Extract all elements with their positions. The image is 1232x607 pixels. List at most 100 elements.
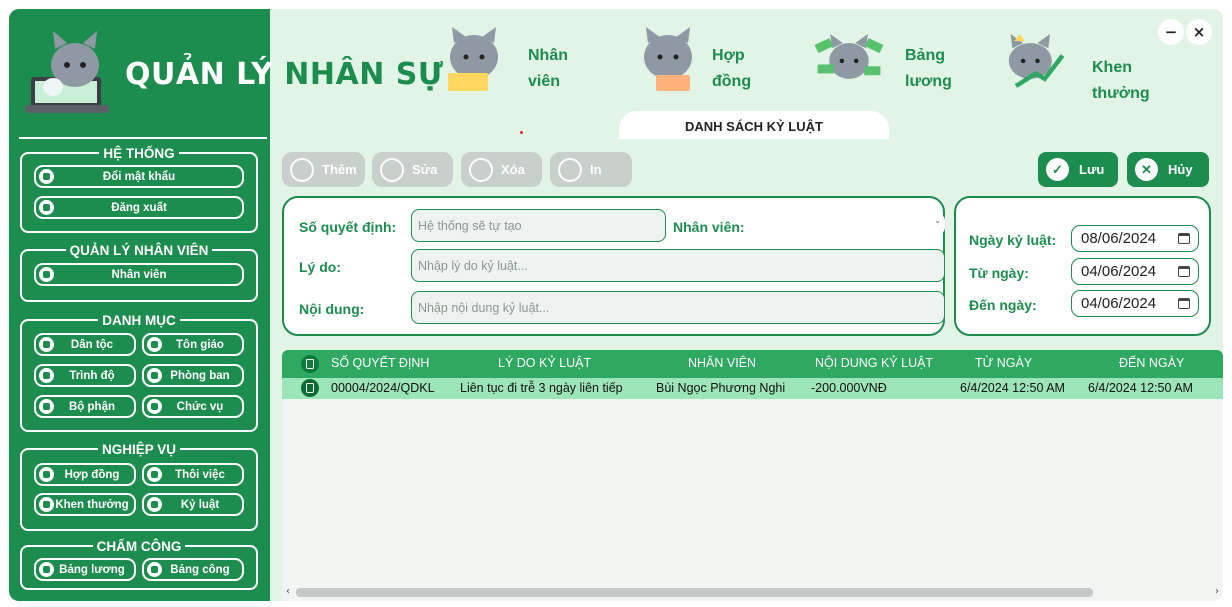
sidebar-item-dan-toc[interactable]: Dân tộc: [34, 333, 136, 356]
delete-button[interactable]: Xóa: [461, 152, 542, 187]
calendar-icon: [1178, 266, 1190, 277]
column-header[interactable]: SỐ QUYẾT ĐỊNH: [331, 356, 429, 370]
cell-nhan-vien: Bùi Ngọc Phương Nghi: [656, 381, 786, 395]
printer-icon: [558, 157, 582, 182]
main-content: Thêm Sửa Xóa In ✓ Lưu ✕ Hủy Số quyết định:…: [270, 139, 1223, 601]
den-ngay-label: Đến ngày:: [969, 297, 1037, 313]
tab-khen-thuong[interactable]: Khen thưởng: [998, 23, 1168, 103]
sidebar-item-bang-cong[interactable]: Bảng công: [142, 558, 244, 581]
divider: [19, 137, 267, 139]
edit-button[interactable]: Sửa: [372, 152, 453, 187]
noi-dung-label: Nội dung:: [299, 301, 365, 317]
group-title-quan-ly-nhan-vien: QUẢN LÝ NHÂN VIÊN: [65, 243, 213, 258]
building-icon: [147, 368, 162, 383]
sidebar-item-ton-giao[interactable]: Tôn giáo: [142, 333, 244, 356]
pencil-icon: [39, 368, 54, 383]
column-header[interactable]: NỘI DUNG KỶ LUẬT: [815, 356, 933, 370]
cell-tu-ngay: 6/4/2024 12:50 AM: [960, 381, 1065, 395]
religion-icon: [147, 337, 162, 352]
cat-laptop-icon: [448, 27, 498, 91]
scroll-thumb[interactable]: [296, 588, 1093, 597]
tab-danh-sach-ky-luat[interactable]: DANH SÁCH KỶ LUẬT: [619, 111, 889, 141]
group-nghiep-vu: NGHIỆP VỤ Hợp đồng Thôi việc Khen thưởng…: [20, 442, 258, 531]
tab-hop-dong-label: Hợp đồng: [712, 47, 752, 90]
group-title-cham-cong: CHẤM CÔNG: [92, 539, 186, 554]
pencil-icon: [380, 157, 404, 182]
column-header[interactable]: LÝ DO KỶ LUẬT: [498, 356, 591, 370]
cancel-button[interactable]: ✕ Hủy: [1127, 152, 1209, 187]
leave-icon: [147, 467, 162, 482]
column-header[interactable]: TỪ NGÀY: [975, 356, 1032, 370]
lock-icon: [39, 169, 54, 184]
discipline-icon: [147, 497, 162, 512]
cell-ly-do: Liên tục đi trễ 3 ngày liên tiếp: [460, 381, 623, 395]
print-button[interactable]: In: [550, 152, 632, 187]
cell-noi-dung: -200.000VNĐ: [811, 381, 887, 395]
close-button[interactable]: ×: [1186, 19, 1212, 45]
sidebar-item-hop-dong[interactable]: Hợp đồng: [34, 463, 136, 486]
chevron-down-icon: ⌄: [934, 216, 941, 225]
scroll-right-icon[interactable]: ›: [1215, 586, 1219, 597]
logo-area: QUẢN LÝ NHÂN SỰ: [9, 9, 443, 139]
cat-laptop-logo-icon: [25, 31, 109, 113]
header: Nhân viên Hợp đồng Bảng lương Khen thưởn…: [270, 9, 1223, 141]
scroll-left-icon[interactable]: ‹: [286, 586, 290, 597]
clock-icon: [147, 562, 162, 577]
group-cham-cong: CHẤM CÔNG Bảng lương Bảng công: [20, 539, 258, 590]
change-password-button[interactable]: Đổi mật khẩu: [34, 165, 244, 188]
noi-dung-input[interactable]: Nhập nội dung kỷ luật...: [411, 291, 945, 324]
calendar-icon: [1178, 298, 1190, 309]
nhan-vien-label: Nhân viên:: [673, 219, 745, 235]
trash-icon: [301, 355, 319, 373]
trash-icon: [469, 157, 493, 182]
ly-do-input[interactable]: Nhập lý do kỷ luật...: [411, 249, 945, 282]
save-button[interactable]: ✓ Lưu: [1038, 152, 1118, 187]
logout-button[interactable]: Đăng xuất: [34, 196, 244, 219]
tab-bang-luong-label: Bảng lương: [905, 47, 952, 90]
user-icon: [39, 267, 54, 282]
den-ngay-picker[interactable]: 04/06/2024: [1071, 290, 1199, 317]
column-header[interactable]: NHÂN VIÊN: [688, 356, 756, 370]
nhan-vien-select[interactable]: ⌄: [757, 213, 945, 235]
sidebar-item-thoi-viec[interactable]: Thôi việc: [142, 463, 244, 486]
check-icon: ✓: [1046, 158, 1069, 181]
so-quyet-dinh-field[interactable]: Hệ thống sẽ tự tạo: [411, 209, 666, 242]
horizontal-scrollbar[interactable]: ‹ ›: [282, 584, 1223, 601]
ngay-ky-luat-label: Ngày kỷ luật:: [969, 232, 1057, 248]
minimize-button[interactable]: −: [1158, 19, 1184, 45]
sidebar-item-nhan-vien[interactable]: Nhân viên: [34, 263, 244, 286]
award-icon: [39, 497, 54, 512]
delete-row-icon[interactable]: [301, 379, 319, 397]
group-quan-ly-nhan-vien: QUẢN LÝ NHÂN VIÊN Nhân viên: [20, 243, 258, 302]
calendar-icon: [1178, 233, 1190, 244]
sidebar-item-ky-luat[interactable]: Kỷ luật: [142, 493, 244, 516]
sidebar-item-phong-ban[interactable]: Phòng ban: [142, 364, 244, 387]
flag-icon: [39, 337, 54, 352]
so-quyet-dinh-label: Số quyết định:: [299, 219, 397, 235]
sidebar: QUẢN LÝ NHÂN SỰ HỆ THỐNG Đổi mật khẩu Đă…: [9, 9, 443, 601]
table-row[interactable]: 00004/2024/QDKL Liên tục đi trễ 3 ngày l…: [282, 378, 1223, 399]
group-he-thong: HỆ THỐNG Đổi mật khẩu Đăng xuất: [20, 146, 258, 233]
sidebar-item-chuc-vu[interactable]: Chức vụ: [142, 395, 244, 418]
group-title-he-thong: HỆ THỐNG: [99, 146, 179, 161]
add-button[interactable]: Thêm: [282, 152, 365, 187]
date-panel: Ngày kỷ luật: 08/06/2024 Từ ngày: 04/06/…: [954, 196, 1211, 336]
badge-icon: [147, 399, 162, 414]
gear-icon: [39, 399, 54, 414]
tab-hop-dong[interactable]: Hợp đồng: [632, 23, 782, 103]
sidebar-item-bang-luong[interactable]: Bảng lương: [34, 558, 136, 581]
tab-bang-luong[interactable]: Bảng lương: [814, 23, 964, 103]
document-icon: [39, 467, 54, 482]
sidebar-item-bo-phan[interactable]: Bộ phận: [34, 395, 136, 418]
sidebar-item-khen-thuong[interactable]: Khen thưởng: [34, 493, 136, 516]
ly-do-label: Lý do:: [299, 259, 341, 275]
table-header: SỐ QUYẾT ĐỊNH LÝ DO KỶ LUẬT NHÂN VIÊN NỘ…: [282, 350, 1223, 378]
sidebar-item-trinh-do[interactable]: Trình độ: [34, 364, 136, 387]
column-header[interactable]: ĐẾN NGÀY: [1119, 356, 1184, 370]
group-title-danh-muc: DANH MỤC: [98, 313, 180, 328]
tab-nhan-vien[interactable]: Nhân viên: [438, 23, 588, 103]
group-title-nghiep-vu: NGHIỆP VỤ: [97, 442, 181, 457]
ngay-ky-luat-picker[interactable]: 08/06/2024: [1071, 225, 1199, 252]
tu-ngay-picker[interactable]: 04/06/2024: [1071, 258, 1199, 285]
cat-contract-icon: [644, 27, 692, 91]
